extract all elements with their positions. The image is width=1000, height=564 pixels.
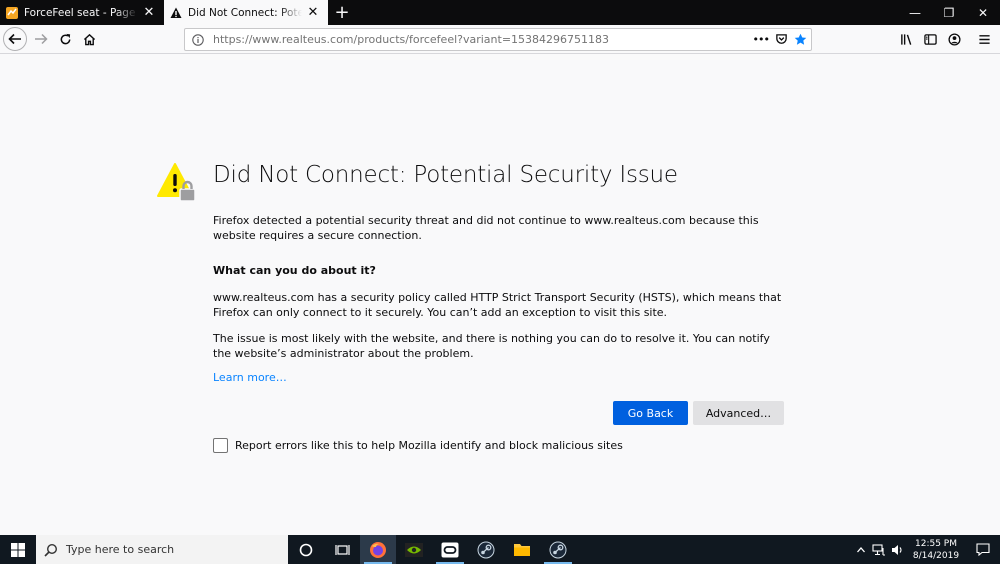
account-icon [947, 33, 961, 46]
oculus-icon [441, 542, 459, 557]
reload-icon [60, 33, 70, 44]
hamburger-menu-icon [978, 35, 990, 44]
tab-title: Did Not Connect: Potential Security Issu… [188, 6, 302, 19]
window-controls: — ❐ ✕ [898, 0, 1000, 25]
reload-button[interactable] [53, 27, 77, 51]
home-button[interactable] [77, 27, 101, 51]
taskbar-firefox[interactable] [360, 535, 396, 564]
library-icon [900, 34, 911, 45]
tab-close-icon[interactable]: ✕ [142, 5, 156, 20]
sidebar-button[interactable] [918, 28, 942, 52]
toolbar-right [894, 25, 1000, 54]
close-window-button[interactable]: ✕ [966, 0, 1000, 25]
speaker-icon [891, 544, 902, 555]
warning-lock-icon [157, 163, 197, 203]
tab-close-icon[interactable]: ✕ [306, 5, 320, 20]
intro-text: Firefox detected a potential security th… [213, 214, 759, 242]
clock[interactable]: 12:55 PM 8/14/2019 [910, 538, 962, 562]
taskbar-oculus[interactable] [432, 535, 468, 564]
search-placeholder: Type here to search [66, 543, 175, 556]
start-button[interactable] [0, 535, 36, 564]
address-bar[interactable]: https://www.realteus.com/products/forcef… [184, 28, 812, 51]
volume-button[interactable] [888, 535, 906, 564]
taskbar: Type here to search 12:55 PM 8/14/2019 [0, 535, 1000, 564]
taskbar-nvidia[interactable] [396, 535, 432, 564]
search-icon [44, 543, 58, 557]
steam-icon [549, 541, 567, 558]
pocket-icon[interactable] [775, 33, 788, 46]
error-page: Did Not Connect: Potential Security Issu… [0, 54, 1000, 535]
task-view-icon [334, 544, 350, 555]
hsts-text: www.realteus.com has a security policy c… [213, 291, 782, 319]
back-button[interactable] [3, 27, 27, 51]
forum-favicon-icon [6, 6, 18, 19]
arrow-right-icon [35, 33, 48, 45]
action-center-button[interactable] [966, 535, 1000, 564]
warning-favicon-icon [170, 7, 182, 19]
nvidia-icon [405, 542, 423, 557]
network-icon [872, 543, 885, 556]
taskbar-search[interactable]: Type here to search [36, 535, 288, 564]
menu-button[interactable] [972, 28, 996, 52]
tab-security-issue[interactable]: Did Not Connect: Potential Security Issu… [164, 0, 328, 25]
page-title: Did Not Connect: Potential Security Issu… [213, 162, 678, 188]
cortana-button[interactable] [288, 535, 324, 564]
forward-button[interactable] [29, 27, 53, 51]
home-icon [83, 33, 95, 45]
chevron-up-icon [857, 546, 865, 552]
arrow-left-icon [8, 33, 21, 45]
sidebar-icon [923, 34, 937, 45]
nav-bar: https://www.realteus.com/products/forcef… [0, 25, 1000, 54]
firefox-icon [370, 541, 386, 558]
taskbar-file-explorer[interactable] [504, 535, 540, 564]
info-icon[interactable] [191, 33, 205, 47]
tab-title: ForceFeel seat - Page 15 - ED Forums [24, 6, 138, 19]
minimize-button[interactable]: — [898, 0, 932, 25]
new-tab-button[interactable]: + [328, 0, 356, 25]
clock-date: 8/14/2019 [912, 550, 960, 561]
network-button[interactable] [870, 535, 888, 564]
account-button[interactable] [942, 28, 966, 52]
steam-icon [477, 541, 495, 558]
system-tray: 12:55 PM 8/14/2019 [852, 535, 1000, 564]
show-hidden-icons-button[interactable] [852, 535, 870, 564]
library-button[interactable] [894, 28, 918, 52]
taskbar-steam[interactable] [468, 535, 504, 564]
restore-button[interactable]: ❐ [932, 0, 966, 25]
learn-more-link[interactable]: Learn more… [213, 371, 287, 384]
go-back-button[interactable]: Go Back [613, 401, 688, 425]
folder-icon [514, 544, 530, 556]
notify-text: The issue is most likely with the websit… [213, 332, 770, 360]
tab-forcefeel[interactable]: ForceFeel seat - Page 15 - ED Forums ✕ [0, 0, 164, 25]
section-heading: What can you do about it? [213, 264, 376, 277]
page-actions: ••• [753, 33, 807, 46]
taskbar-steam-2[interactable] [540, 535, 576, 564]
report-errors-checkbox[interactable] [213, 438, 228, 453]
advanced-button[interactable]: Advanced… [693, 401, 784, 425]
page-actions-icon[interactable]: ••• [753, 33, 770, 46]
windows-logo-icon [11, 542, 25, 557]
tab-strip: ForceFeel seat - Page 15 - ED Forums ✕ D… [0, 0, 1000, 25]
cortana-icon [299, 543, 313, 556]
clock-time: 12:55 PM [915, 538, 957, 549]
url-text[interactable]: https://www.realteus.com/products/forcef… [213, 33, 753, 46]
bookmark-star-icon[interactable] [794, 33, 807, 46]
report-errors-label[interactable]: Report errors like this to help Mozilla … [235, 439, 623, 452]
notification-icon [976, 543, 990, 556]
task-view-button[interactable] [324, 535, 360, 564]
